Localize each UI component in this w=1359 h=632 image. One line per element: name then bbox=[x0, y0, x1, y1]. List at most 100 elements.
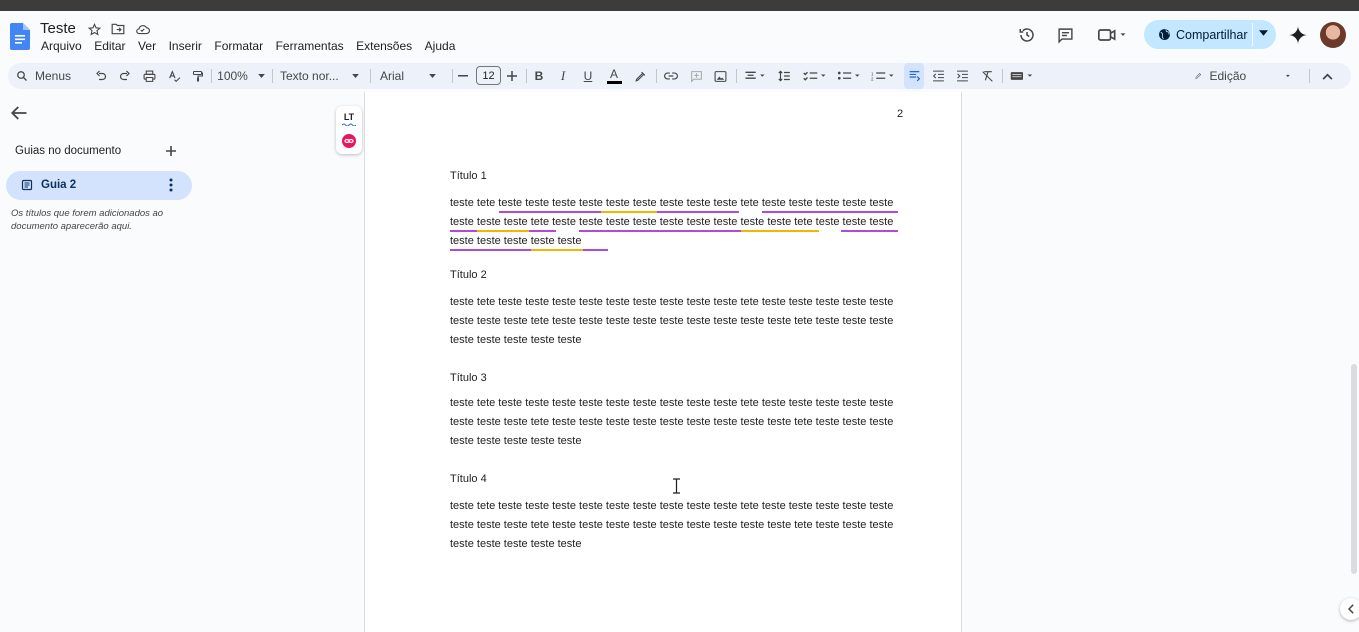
toolbar-divider bbox=[656, 69, 657, 83]
share-dropdown-icon[interactable] bbox=[1259, 30, 1268, 36]
bulleted-list-icon[interactable] bbox=[835, 63, 863, 89]
menu-ver[interactable]: Ver bbox=[138, 39, 163, 53]
side-panel-toggle[interactable] bbox=[1340, 598, 1359, 620]
menu-arquivo[interactable]: Arquivo bbox=[41, 39, 88, 53]
sidebar-item-guia-2[interactable]: Guia 2 bbox=[6, 171, 192, 200]
toolbar-divider bbox=[736, 69, 737, 83]
languagetool-icon[interactable]: LT bbox=[341, 111, 357, 127]
docs-header: Teste Arquivo Editar Ver Inserir Formata… bbox=[0, 11, 1359, 61]
underline-icon[interactable]: U bbox=[580, 63, 596, 89]
decrease-indent-icon[interactable] bbox=[929, 63, 947, 89]
heading-titulo-2[interactable]: Título 2 bbox=[450, 269, 487, 281]
text-color-icon[interactable]: A bbox=[605, 63, 623, 89]
numbered-list-icon[interactable]: 12 bbox=[869, 63, 897, 89]
share-button[interactable]: Compartilhar bbox=[1144, 20, 1276, 49]
clear-formatting-icon[interactable] bbox=[978, 63, 996, 89]
collapse-toolbar-icon[interactable] bbox=[1318, 63, 1336, 89]
cloud-status-icon[interactable] bbox=[134, 21, 150, 37]
paragraph-2[interactable]: teste tete teste teste teste teste teste… bbox=[450, 293, 902, 350]
outline-hint: Os títulos que forem adicionados ao docu… bbox=[11, 207, 191, 233]
align-icon[interactable] bbox=[741, 63, 769, 89]
font-family-value: Arial bbox=[380, 69, 404, 83]
heading-titulo-3[interactable]: Título 3 bbox=[450, 372, 487, 384]
page-number: 2 bbox=[897, 108, 903, 120]
redo-icon[interactable] bbox=[116, 63, 134, 89]
menu-extensoes[interactable]: Extensões bbox=[356, 39, 419, 53]
text-style-select[interactable]: Texto nor... bbox=[280, 63, 362, 89]
chevron-down-icon bbox=[429, 74, 436, 78]
paragraph-4[interactable]: teste tete teste teste teste teste teste… bbox=[450, 497, 902, 554]
tabs-section-title: Guias no documento bbox=[15, 145, 121, 157]
toolbar-divider bbox=[1002, 69, 1003, 83]
languagetool-label: LT bbox=[344, 112, 354, 122]
tab-document-icon bbox=[21, 179, 33, 191]
font-family-select[interactable]: Arial bbox=[380, 63, 442, 89]
star-icon[interactable] bbox=[86, 21, 102, 37]
document-title[interactable]: Teste bbox=[40, 20, 76, 37]
heading-titulo-4[interactable]: Título 4 bbox=[450, 473, 487, 485]
line-spacing-icon[interactable] bbox=[775, 63, 793, 89]
undo-icon[interactable] bbox=[92, 63, 110, 89]
scrollbar[interactable] bbox=[1351, 364, 1357, 574]
pencil-icon bbox=[1195, 70, 1202, 82]
editing-mode-select[interactable]: Edição bbox=[1195, 63, 1290, 89]
docs-logo-icon[interactable] bbox=[10, 23, 30, 50]
paragraph-3[interactable]: teste tete teste teste teste teste teste… bbox=[450, 394, 902, 451]
globe-icon bbox=[1158, 28, 1171, 41]
search-menus[interactable]: Menus bbox=[16, 63, 86, 89]
search-menus-label: Menus bbox=[35, 69, 71, 83]
svg-text:2: 2 bbox=[871, 77, 874, 82]
link-icon[interactable] bbox=[662, 63, 680, 89]
paragraph-1[interactable]: teste tete teste teste teste teste teste… bbox=[450, 194, 902, 251]
checklist-icon[interactable] bbox=[801, 63, 829, 89]
bold-icon[interactable]: B bbox=[531, 63, 547, 89]
toolbar-divider bbox=[272, 69, 273, 83]
menu-inserir[interactable]: Inserir bbox=[169, 39, 209, 53]
formatting-toolbar: Menus 100% Texto nor... Arial 12 B I U A bbox=[8, 63, 1351, 89]
browser-top-strip bbox=[0, 0, 1359, 11]
heading-titulo-1[interactable]: Título 1 bbox=[450, 170, 487, 182]
version-history-icon[interactable] bbox=[1016, 24, 1038, 46]
increase-indent-icon[interactable] bbox=[953, 63, 971, 89]
more-options-icon[interactable] bbox=[166, 177, 176, 193]
menu-formatar[interactable]: Formatar bbox=[214, 39, 269, 53]
back-arrow-icon[interactable] bbox=[10, 105, 28, 121]
move-folder-icon[interactable] bbox=[110, 21, 126, 37]
tab-label: Guia 2 bbox=[41, 179, 76, 191]
insert-image-icon[interactable] bbox=[711, 63, 729, 89]
menu-ferramentas[interactable]: Ferramentas bbox=[276, 39, 351, 53]
infinity-badge-icon[interactable] bbox=[342, 134, 356, 148]
document-outline-sidebar: Guias no documento Guia 2 Os títulos que… bbox=[0, 92, 200, 622]
toolbar-divider bbox=[370, 69, 371, 83]
comments-icon[interactable] bbox=[1054, 24, 1076, 46]
gemini-icon[interactable] bbox=[1287, 24, 1309, 46]
italic-icon[interactable]: I bbox=[555, 63, 571, 89]
svg-text:1: 1 bbox=[871, 71, 874, 76]
input-tools-icon[interactable] bbox=[1008, 63, 1038, 89]
document-page[interactable]: 2 Título 1 teste tete teste teste teste … bbox=[364, 92, 962, 632]
meet-icon[interactable] bbox=[1096, 24, 1130, 46]
increase-font-size-icon[interactable] bbox=[505, 63, 519, 89]
menu-editar[interactable]: Editar bbox=[94, 39, 132, 53]
toolbar-divider bbox=[526, 69, 527, 83]
avatar[interactable] bbox=[1320, 22, 1346, 48]
menu-ajuda[interactable]: Ajuda bbox=[425, 39, 462, 53]
highlight-icon[interactable] bbox=[631, 63, 649, 89]
font-size-input[interactable]: 12 bbox=[476, 66, 501, 85]
text-style-value: Texto nor... bbox=[280, 69, 339, 83]
text-cursor-icon bbox=[673, 478, 680, 494]
decrease-font-size-icon[interactable] bbox=[456, 63, 470, 89]
zoom-select[interactable]: 100% bbox=[216, 63, 266, 89]
search-icon bbox=[16, 70, 28, 82]
editing-mode-value: Edição bbox=[1210, 69, 1247, 83]
print-icon[interactable] bbox=[140, 63, 158, 89]
share-divider bbox=[1252, 23, 1253, 46]
add-tab-icon[interactable] bbox=[164, 144, 178, 158]
toolbar-divider bbox=[211, 69, 212, 83]
ltr-text-icon[interactable] bbox=[904, 63, 924, 89]
paint-format-icon[interactable] bbox=[189, 63, 207, 89]
menu-bar: Arquivo Editar Ver Inserir Formatar Ferr… bbox=[41, 39, 468, 53]
chevron-left-icon bbox=[1348, 604, 1355, 614]
add-comment-icon[interactable] bbox=[687, 63, 705, 89]
spellcheck-icon[interactable] bbox=[165, 63, 183, 89]
